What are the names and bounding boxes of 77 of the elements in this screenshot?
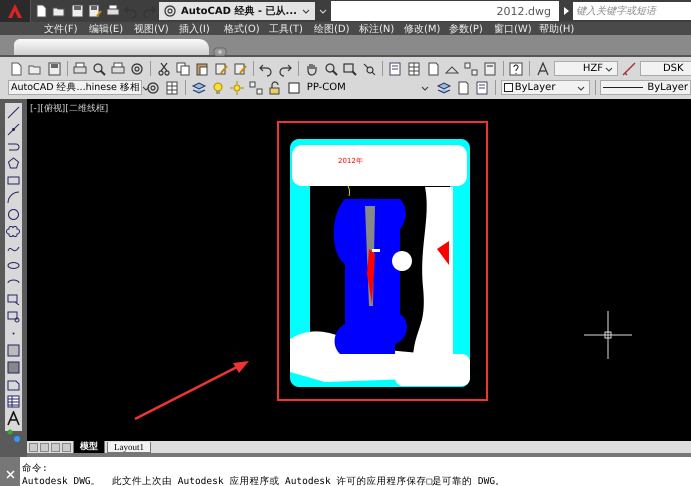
new-tab-icon[interactable]	[213, 47, 227, 57]
save-as-icon[interactable]	[87, 3, 103, 19]
command-message: Autodesk DWG。 此文件上次由 Autodesk 应用程序或 Autodesk 许可的应用程序保存□是可靠的 DWG。	[22, 474, 506, 486]
layer-state-icon[interactable]	[436, 80, 452, 96]
letter-a-logo-icon[interactable]	[6, 2, 24, 20]
paste-icon[interactable]	[194, 60, 210, 76]
save-icon[interactable]	[69, 3, 85, 19]
viewport-label[interactable]: [-][俯视][二维线框]	[30, 102, 108, 115]
hatch-icon[interactable]	[164, 80, 180, 96]
arc-icon[interactable]	[6, 190, 21, 205]
layers-icon[interactable]	[190, 80, 207, 96]
add-selected-icon[interactable]	[6, 428, 21, 443]
menu-item[interactable]: 标注(N)	[359, 22, 404, 36]
dimension-style-dropdown[interactable]: DSK	[640, 61, 691, 76]
polygon-icon[interactable]	[6, 156, 21, 171]
menu-item[interactable]: 工具(T)	[269, 22, 314, 36]
window-title: 2012.dwg	[331, 1, 559, 21]
help-icon[interactable]	[508, 60, 524, 76]
zoom-icon[interactable]	[322, 60, 339, 76]
calculator-icon[interactable]	[482, 60, 498, 76]
color-swatch-icon	[286, 80, 302, 96]
blocks-icon[interactable]	[463, 60, 480, 76]
revision-cloud-icon[interactable]	[6, 224, 21, 239]
properties-icon[interactable]	[387, 60, 404, 76]
command-prompt: 命令:	[22, 462, 49, 474]
printer-icon[interactable]	[72, 60, 88, 76]
first-tab-button[interactable]	[29, 442, 38, 452]
dimension-style-icon[interactable]	[620, 60, 637, 76]
brush-icon[interactable]	[212, 60, 229, 76]
menu-item[interactable]: 格式(O)	[224, 22, 269, 36]
menu-item[interactable]: 编辑(E)	[89, 22, 134, 36]
expand-arrow-icon[interactable]	[561, 5, 571, 17]
layout-tab[interactable]: 模型	[73, 440, 105, 454]
menu-item[interactable]: 绘图(D)	[314, 22, 359, 36]
next-tab-button[interactable]	[51, 442, 60, 452]
zoom-icon[interactable]	[91, 60, 108, 76]
viewport-icon[interactable]	[248, 80, 264, 96]
construction-line-icon[interactable]	[6, 122, 21, 137]
text-style-dropdown[interactable]: HZF	[554, 61, 618, 76]
text-style-icon[interactable]	[534, 60, 551, 76]
make-block-icon[interactable]	[6, 309, 21, 324]
layer-dropdown[interactable]: PP-COM	[304, 80, 433, 95]
layout-tab[interactable]: Layout1	[107, 442, 151, 452]
color-dropdown[interactable]: ByLayer	[500, 80, 590, 95]
gear-icon[interactable]	[145, 80, 161, 96]
copy-icon[interactable]	[174, 60, 191, 76]
grid-icon[interactable]	[406, 60, 422, 76]
menu-item[interactable]: 帮助(H)	[539, 22, 584, 36]
menu-item[interactable]: 视图(V)	[134, 22, 179, 36]
menu-item[interactable]: 插入(I)	[179, 22, 224, 36]
insert-block-icon[interactable]	[6, 292, 21, 307]
scissors-icon[interactable]	[156, 60, 172, 76]
match-properties-icon[interactable]	[232, 60, 248, 76]
circle-icon[interactable]	[6, 207, 21, 222]
crosshair-cursor	[584, 310, 632, 360]
workspace-dropdown[interactable]: AutoCAD 经典 - 已从...	[159, 2, 315, 20]
menu-item[interactable]: 修改(M)	[404, 22, 449, 36]
zoom-previous-icon[interactable]	[360, 60, 377, 76]
line-icon[interactable]	[6, 105, 21, 120]
menu-item[interactable]: 参数(P)	[449, 22, 494, 36]
hatch-icon[interactable]	[6, 343, 21, 358]
gradient-icon[interactable]	[6, 360, 21, 375]
zoom-window-icon[interactable]	[342, 60, 358, 76]
linetype-dropdown[interactable]: ByLayer	[600, 80, 691, 95]
layer-settings-icon[interactable]	[474, 80, 490, 96]
publish-icon[interactable]	[129, 60, 146, 76]
plot-icon[interactable]	[110, 60, 126, 76]
search-field[interactable]: 键入关键字或短语	[573, 2, 691, 20]
text-icon[interactable]	[6, 411, 21, 426]
previous-tab-button[interactable]	[40, 442, 49, 452]
table-icon[interactable]	[6, 394, 21, 409]
menu-item[interactable]: 窗口(W)	[494, 22, 539, 36]
menu-item[interactable]: 文件(F)	[44, 22, 89, 36]
last-tab-button[interactable]	[62, 442, 71, 452]
gear-icon[interactable]	[162, 3, 178, 19]
close-icon[interactable]	[4, 469, 16, 480]
save-icon[interactable]	[46, 60, 62, 76]
